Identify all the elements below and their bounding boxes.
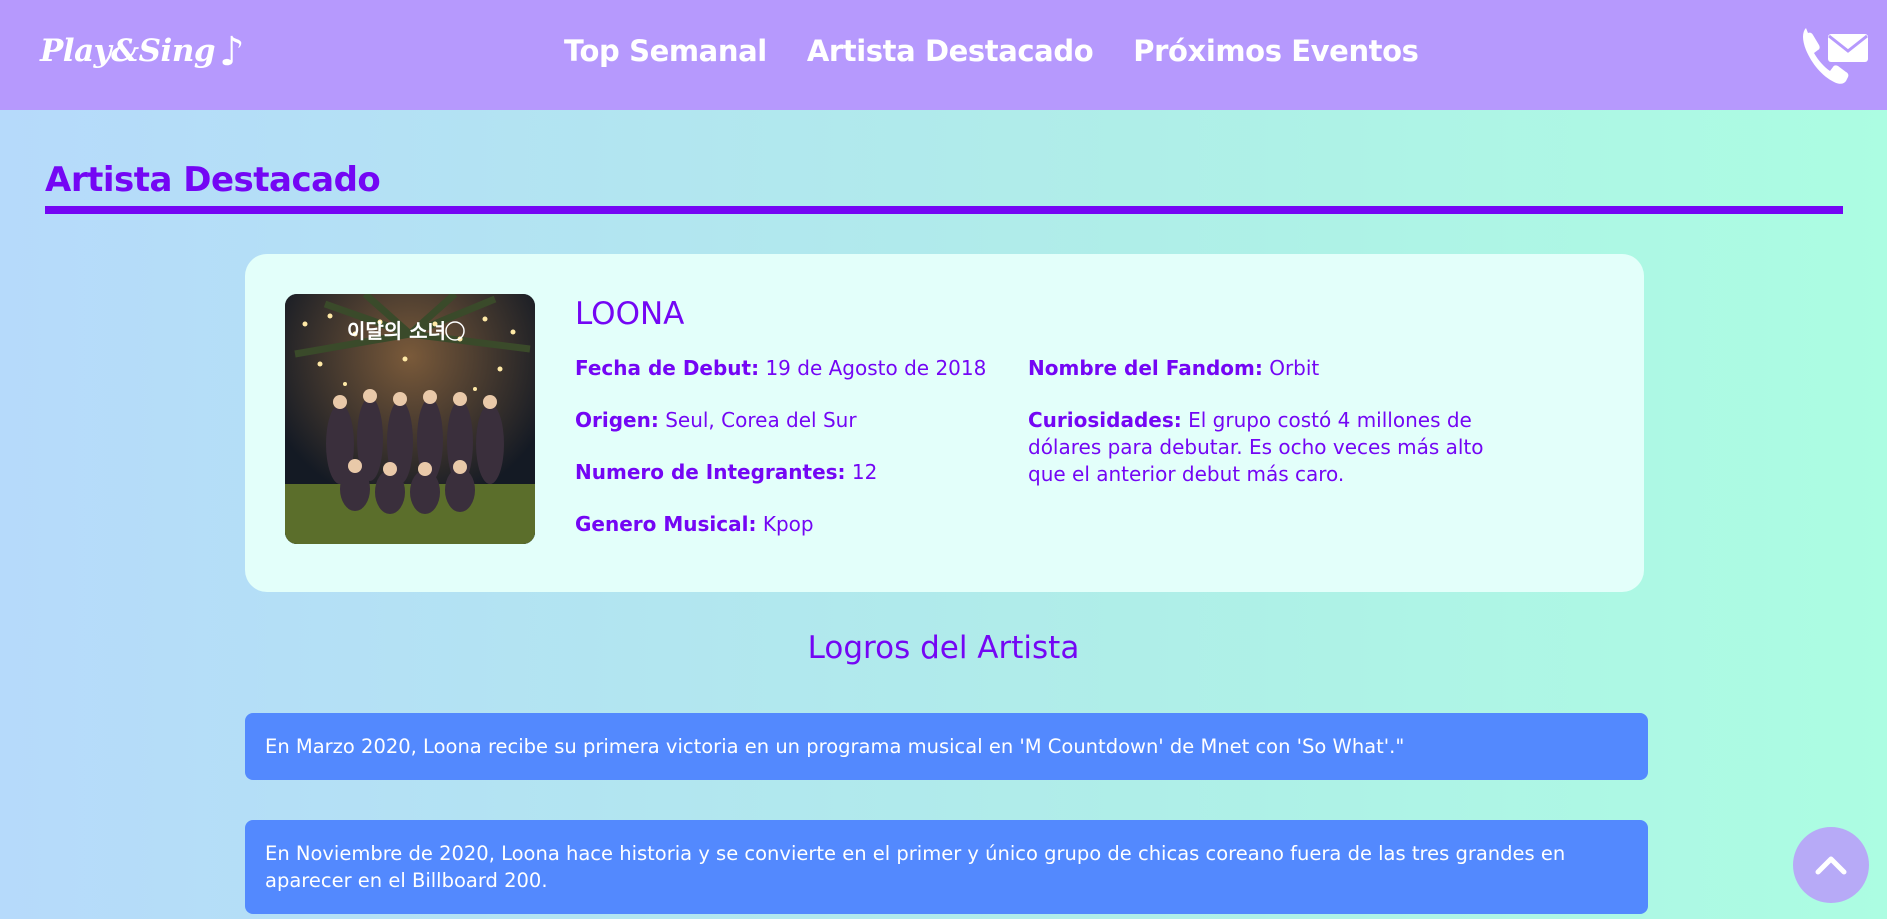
- artist-photo: 이달의 소녀: [285, 294, 535, 544]
- origin-value: Seul, Corea del Sur: [665, 408, 857, 432]
- navbar: Play&Sing ♪ Top Semanal Artista Destacado…: [0, 0, 1887, 110]
- music-note-icon: ♪: [219, 28, 245, 75]
- member-count-label: Numero de Integrantes:: [575, 460, 846, 484]
- title-underline: [45, 206, 1843, 214]
- origin: Origen: Seul, Corea del Sur: [575, 407, 857, 434]
- nav-artista-destacado[interactable]: Artista Destacado: [807, 34, 1094, 68]
- fandom-name-label: Nombre del Fandom:: [1028, 356, 1263, 380]
- member-count-value: 12: [851, 460, 878, 484]
- nav-proximos-eventos[interactable]: Próximos Eventos: [1133, 34, 1419, 68]
- fandom-name: Nombre del Fandom: Orbit: [1028, 355, 1508, 382]
- debut-date: Fecha de Debut: 19 de Agosto de 2018: [575, 355, 986, 382]
- scroll-to-top-button[interactable]: [1793, 827, 1869, 903]
- main-nav: Top Semanal Artista Destacado Próximos E…: [564, 34, 1419, 68]
- debut-date-value: 19 de Agosto de 2018: [765, 356, 987, 380]
- phone-mail-icon[interactable]: [1800, 20, 1870, 86]
- debut-date-label: Fecha de Debut:: [575, 356, 760, 380]
- page-title: Artista Destacado: [45, 160, 381, 200]
- member-count: Numero de Integrantes: 12: [575, 459, 877, 486]
- chevron-up-icon: [1815, 856, 1847, 875]
- curiosities-label: Curiosidades:: [1028, 408, 1182, 432]
- achievements-title: Logros del Artista: [807, 630, 1080, 666]
- music-genre-value: Kpop: [762, 512, 814, 536]
- fandom-name-value: Orbit: [1269, 356, 1320, 380]
- achievement-item: En Noviembre de 2020, Loona hace histori…: [245, 820, 1648, 914]
- brand-logo[interactable]: Play&Sing ♪: [40, 24, 245, 75]
- curiosities: Curiosidades: El grupo costó 4 millones …: [1028, 407, 1508, 488]
- artist-card: 이달의 소녀 LOONA Fecha de Debut: 19 de Agost…: [245, 254, 1644, 592]
- brand-name: Play&Sing: [40, 33, 216, 69]
- achievement-text: En Marzo 2020, Loona recibe su primera v…: [265, 735, 1405, 758]
- achievement-item: En Marzo 2020, Loona recibe su primera v…: [245, 713, 1648, 780]
- origin-label: Origen:: [575, 408, 659, 432]
- artist-name: LOONA: [575, 296, 685, 332]
- music-genre-label: Genero Musical:: [575, 512, 757, 536]
- achievement-text: En Noviembre de 2020, Loona hace histori…: [265, 842, 1566, 892]
- photo-caption: 이달의 소녀: [347, 319, 446, 343]
- music-genre: Genero Musical: Kpop: [575, 511, 814, 538]
- nav-top-semanal[interactable]: Top Semanal: [564, 34, 767, 68]
